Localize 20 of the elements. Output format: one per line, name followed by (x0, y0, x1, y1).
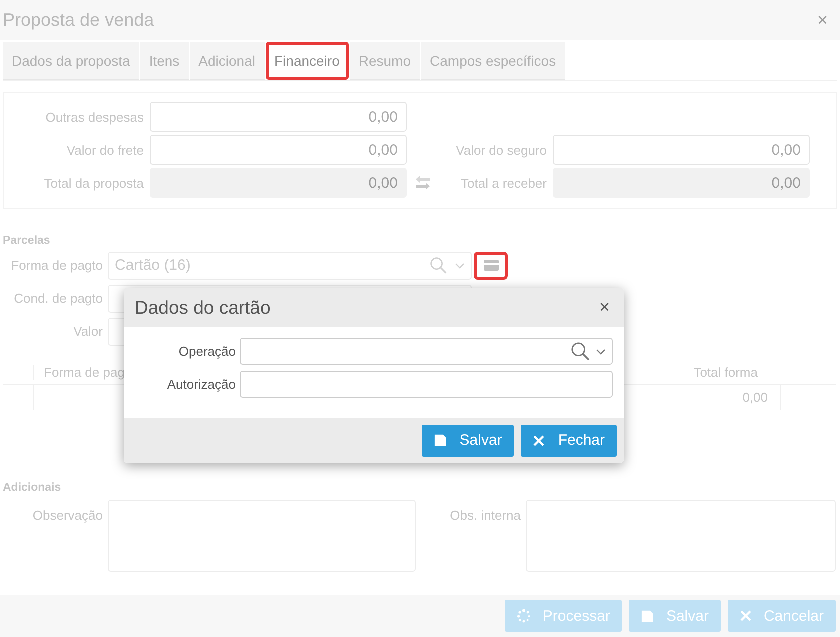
window-title: Proposta de venda (3, 10, 154, 30)
section-title: Adicionais (3, 482, 62, 494)
field-label: Valor do frete (66, 142, 144, 158)
field-label: Outras despesas (44, 110, 144, 124)
field-label: Valor do seguro (455, 142, 547, 158)
field-label: Obs. interna (449, 507, 521, 523)
table-cell-text: 0,00 (742, 390, 769, 405)
section-title: Parcelas (3, 235, 52, 247)
field-label: Total da proposta (43, 176, 144, 190)
field-label: Operação (178, 344, 236, 359)
column-header: Total forma (692, 364, 759, 380)
dialog-title: Dados do cartão (135, 296, 271, 318)
amount-field: 0,00 (553, 168, 810, 198)
field-label: Autorização (166, 377, 236, 392)
field-label: Cond. de pagto (13, 291, 103, 306)
amount-field: 0,00 (150, 168, 407, 198)
field-label: Observação (32, 507, 103, 523)
field-label: Forma de pagto (10, 258, 103, 273)
field-label: Valor (72, 324, 103, 339)
field-label: Total a receber (460, 176, 547, 190)
